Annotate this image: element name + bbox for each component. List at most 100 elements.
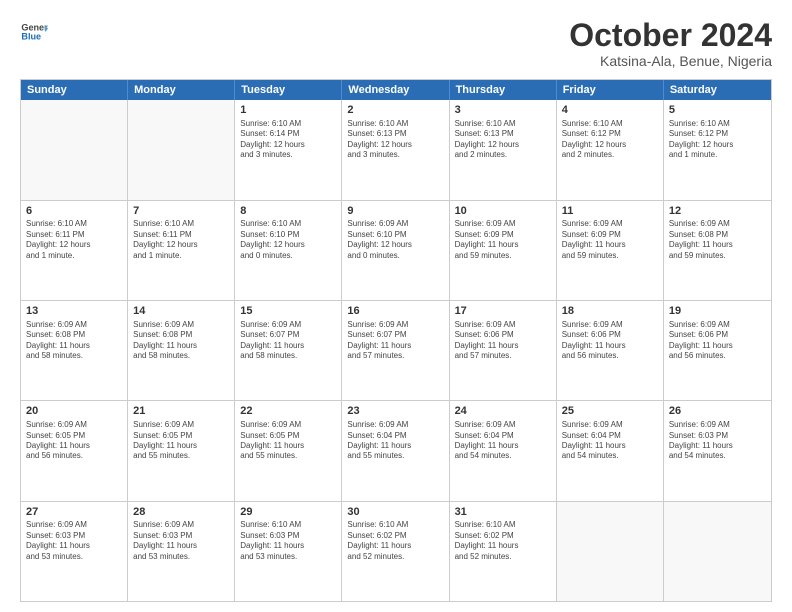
day-number-r5-c1: 27 <box>26 505 122 520</box>
day-number-r3-c5: 17 <box>455 304 551 319</box>
calendar-cell-r2-c4: 9Sunrise: 6:09 AM Sunset: 6:10 PM Daylig… <box>342 201 449 300</box>
calendar-cell-r2-c3: 8Sunrise: 6:10 AM Sunset: 6:10 PM Daylig… <box>235 201 342 300</box>
calendar-cell-r1-c3: 1Sunrise: 6:10 AM Sunset: 6:14 PM Daylig… <box>235 100 342 199</box>
day-number-r2-c2: 7 <box>133 204 229 219</box>
calendar-cell-r1-c2 <box>128 100 235 199</box>
day-info-r1-c5: Sunrise: 6:10 AM Sunset: 6:13 PM Dayligh… <box>455 119 551 161</box>
calendar-cell-r3-c2: 14Sunrise: 6:09 AM Sunset: 6:08 PM Dayli… <box>128 301 235 400</box>
calendar-cell-r1-c5: 3Sunrise: 6:10 AM Sunset: 6:13 PM Daylig… <box>450 100 557 199</box>
day-number-r3-c7: 19 <box>669 304 766 319</box>
day-number-r4-c6: 25 <box>562 404 658 419</box>
weekday-friday: Friday <box>557 80 664 100</box>
day-number-r2-c4: 9 <box>347 204 443 219</box>
day-number-r3-c4: 16 <box>347 304 443 319</box>
day-info-r5-c1: Sunrise: 6:09 AM Sunset: 6:03 PM Dayligh… <box>26 520 122 562</box>
day-info-r3-c2: Sunrise: 6:09 AM Sunset: 6:08 PM Dayligh… <box>133 320 229 362</box>
day-info-r1-c3: Sunrise: 6:10 AM Sunset: 6:14 PM Dayligh… <box>240 119 336 161</box>
calendar-body: 1Sunrise: 6:10 AM Sunset: 6:14 PM Daylig… <box>21 100 771 601</box>
calendar-cell-r2-c1: 6Sunrise: 6:10 AM Sunset: 6:11 PM Daylig… <box>21 201 128 300</box>
calendar-cell-r5-c5: 31Sunrise: 6:10 AM Sunset: 6:02 PM Dayli… <box>450 502 557 601</box>
day-number-r4-c4: 23 <box>347 404 443 419</box>
day-info-r2-c6: Sunrise: 6:09 AM Sunset: 6:09 PM Dayligh… <box>562 219 658 261</box>
day-number-r1-c3: 1 <box>240 103 336 118</box>
logo: General Blue <box>20 18 48 46</box>
day-number-r1-c4: 2 <box>347 103 443 118</box>
day-info-r1-c6: Sunrise: 6:10 AM Sunset: 6:12 PM Dayligh… <box>562 119 658 161</box>
calendar-row-3: 13Sunrise: 6:09 AM Sunset: 6:08 PM Dayli… <box>21 300 771 400</box>
calendar-cell-r4-c7: 26Sunrise: 6:09 AM Sunset: 6:03 PM Dayli… <box>664 401 771 500</box>
weekday-wednesday: Wednesday <box>342 80 449 100</box>
day-number-r4-c3: 22 <box>240 404 336 419</box>
day-info-r1-c4: Sunrise: 6:10 AM Sunset: 6:13 PM Dayligh… <box>347 119 443 161</box>
day-number-r3-c6: 18 <box>562 304 658 319</box>
day-number-r4-c2: 21 <box>133 404 229 419</box>
calendar-cell-r4-c1: 20Sunrise: 6:09 AM Sunset: 6:05 PM Dayli… <box>21 401 128 500</box>
day-number-r3-c3: 15 <box>240 304 336 319</box>
day-number-r4-c5: 24 <box>455 404 551 419</box>
day-info-r3-c6: Sunrise: 6:09 AM Sunset: 6:06 PM Dayligh… <box>562 320 658 362</box>
calendar-row-5: 27Sunrise: 6:09 AM Sunset: 6:03 PM Dayli… <box>21 501 771 601</box>
day-info-r3-c7: Sunrise: 6:09 AM Sunset: 6:06 PM Dayligh… <box>669 320 766 362</box>
title-block: October 2024 Katsina-Ala, Benue, Nigeria <box>569 18 772 69</box>
calendar-cell-r2-c6: 11Sunrise: 6:09 AM Sunset: 6:09 PM Dayli… <box>557 201 664 300</box>
calendar-cell-r4-c2: 21Sunrise: 6:09 AM Sunset: 6:05 PM Dayli… <box>128 401 235 500</box>
day-info-r4-c7: Sunrise: 6:09 AM Sunset: 6:03 PM Dayligh… <box>669 420 766 462</box>
day-info-r4-c1: Sunrise: 6:09 AM Sunset: 6:05 PM Dayligh… <box>26 420 122 462</box>
day-number-r1-c7: 5 <box>669 103 766 118</box>
day-number-r1-c5: 3 <box>455 103 551 118</box>
day-number-r5-c3: 29 <box>240 505 336 520</box>
day-info-r1-c7: Sunrise: 6:10 AM Sunset: 6:12 PM Dayligh… <box>669 119 766 161</box>
weekday-thursday: Thursday <box>450 80 557 100</box>
day-number-r2-c6: 11 <box>562 204 658 219</box>
weekday-monday: Monday <box>128 80 235 100</box>
day-info-r4-c4: Sunrise: 6:09 AM Sunset: 6:04 PM Dayligh… <box>347 420 443 462</box>
calendar-cell-r4-c6: 25Sunrise: 6:09 AM Sunset: 6:04 PM Dayli… <box>557 401 664 500</box>
weekday-tuesday: Tuesday <box>235 80 342 100</box>
calendar: Sunday Monday Tuesday Wednesday Thursday… <box>20 79 772 602</box>
day-number-r1-c6: 4 <box>562 103 658 118</box>
day-info-r2-c2: Sunrise: 6:10 AM Sunset: 6:11 PM Dayligh… <box>133 219 229 261</box>
day-info-r2-c1: Sunrise: 6:10 AM Sunset: 6:11 PM Dayligh… <box>26 219 122 261</box>
day-info-r4-c5: Sunrise: 6:09 AM Sunset: 6:04 PM Dayligh… <box>455 420 551 462</box>
svg-text:Blue: Blue <box>21 32 41 42</box>
weekday-sunday: Sunday <box>21 80 128 100</box>
calendar-row-4: 20Sunrise: 6:09 AM Sunset: 6:05 PM Dayli… <box>21 400 771 500</box>
calendar-cell-r5-c3: 29Sunrise: 6:10 AM Sunset: 6:03 PM Dayli… <box>235 502 342 601</box>
calendar-cell-r4-c5: 24Sunrise: 6:09 AM Sunset: 6:04 PM Dayli… <box>450 401 557 500</box>
day-info-r3-c1: Sunrise: 6:09 AM Sunset: 6:08 PM Dayligh… <box>26 320 122 362</box>
day-number-r3-c1: 13 <box>26 304 122 319</box>
day-info-r2-c3: Sunrise: 6:10 AM Sunset: 6:10 PM Dayligh… <box>240 219 336 261</box>
day-info-r4-c3: Sunrise: 6:09 AM Sunset: 6:05 PM Dayligh… <box>240 420 336 462</box>
day-info-r2-c7: Sunrise: 6:09 AM Sunset: 6:08 PM Dayligh… <box>669 219 766 261</box>
day-number-r2-c1: 6 <box>26 204 122 219</box>
day-number-r4-c1: 20 <box>26 404 122 419</box>
calendar-cell-r3-c5: 17Sunrise: 6:09 AM Sunset: 6:06 PM Dayli… <box>450 301 557 400</box>
weekday-saturday: Saturday <box>664 80 771 100</box>
day-number-r3-c2: 14 <box>133 304 229 319</box>
calendar-cell-r1-c6: 4Sunrise: 6:10 AM Sunset: 6:12 PM Daylig… <box>557 100 664 199</box>
calendar-cell-r4-c3: 22Sunrise: 6:09 AM Sunset: 6:05 PM Dayli… <box>235 401 342 500</box>
day-info-r5-c5: Sunrise: 6:10 AM Sunset: 6:02 PM Dayligh… <box>455 520 551 562</box>
day-info-r3-c3: Sunrise: 6:09 AM Sunset: 6:07 PM Dayligh… <box>240 320 336 362</box>
calendar-cell-r5-c1: 27Sunrise: 6:09 AM Sunset: 6:03 PM Dayli… <box>21 502 128 601</box>
calendar-cell-r3-c6: 18Sunrise: 6:09 AM Sunset: 6:06 PM Dayli… <box>557 301 664 400</box>
day-number-r4-c7: 26 <box>669 404 766 419</box>
calendar-cell-r2-c7: 12Sunrise: 6:09 AM Sunset: 6:08 PM Dayli… <box>664 201 771 300</box>
logo-icon: General Blue <box>20 18 48 46</box>
calendar-cell-r5-c7 <box>664 502 771 601</box>
calendar-cell-r3-c3: 15Sunrise: 6:09 AM Sunset: 6:07 PM Dayli… <box>235 301 342 400</box>
day-number-r5-c2: 28 <box>133 505 229 520</box>
day-number-r5-c5: 31 <box>455 505 551 520</box>
day-info-r5-c4: Sunrise: 6:10 AM Sunset: 6:02 PM Dayligh… <box>347 520 443 562</box>
calendar-cell-r1-c7: 5Sunrise: 6:10 AM Sunset: 6:12 PM Daylig… <box>664 100 771 199</box>
day-number-r5-c4: 30 <box>347 505 443 520</box>
page-header: General Blue October 2024 Katsina-Ala, B… <box>20 18 772 69</box>
day-number-r2-c5: 10 <box>455 204 551 219</box>
calendar-cell-r2-c5: 10Sunrise: 6:09 AM Sunset: 6:09 PM Dayli… <box>450 201 557 300</box>
day-info-r4-c6: Sunrise: 6:09 AM Sunset: 6:04 PM Dayligh… <box>562 420 658 462</box>
calendar-cell-r5-c6 <box>557 502 664 601</box>
calendar-header: Sunday Monday Tuesday Wednesday Thursday… <box>21 80 771 100</box>
calendar-cell-r3-c1: 13Sunrise: 6:09 AM Sunset: 6:08 PM Dayli… <box>21 301 128 400</box>
calendar-cell-r3-c7: 19Sunrise: 6:09 AM Sunset: 6:06 PM Dayli… <box>664 301 771 400</box>
day-number-r2-c3: 8 <box>240 204 336 219</box>
